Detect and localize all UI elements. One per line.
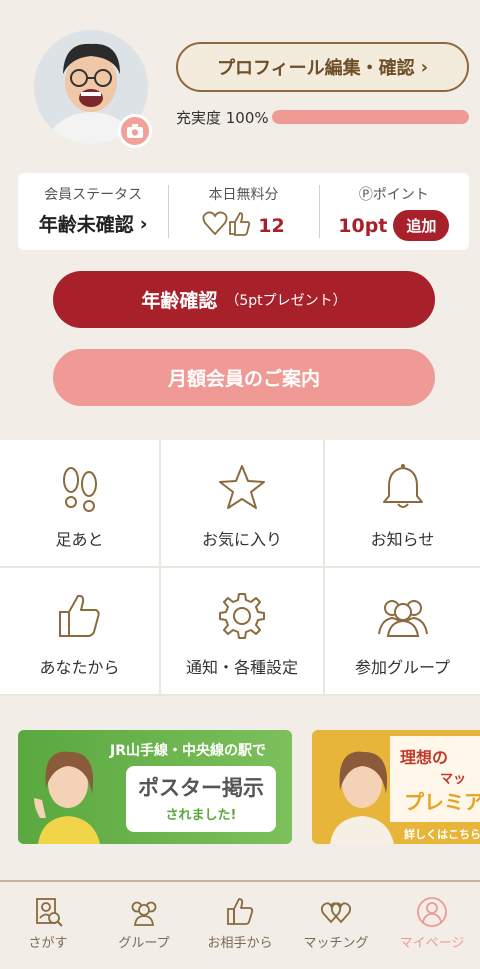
edit-profile-button[interactable]: プロフィール編集・確認 ›	[176, 42, 469, 92]
premium-banner[interactable]: 理想の マッ プレミア 詳しくはこちら	[312, 730, 480, 844]
avatar[interactable]	[34, 30, 152, 148]
menu-groups[interactable]: 参加グループ	[325, 568, 480, 696]
tab-label: グループ	[118, 936, 170, 951]
group-icon	[131, 901, 157, 926]
completion-bar-fill	[272, 110, 469, 124]
monthly-member-button[interactable]: 月額会員のご案内	[53, 349, 435, 406]
free-today-label: 本日無料分	[208, 187, 279, 203]
thumbs-up-icon	[58, 594, 100, 637]
member-status-label: 会員ステータス	[44, 187, 143, 203]
tab-matching[interactable]: マッチング	[288, 882, 384, 969]
premium-banner-line2: マッ	[440, 772, 467, 787]
star-icon	[219, 465, 265, 509]
points: Ⓟポイント 10pt 追加	[318, 173, 469, 250]
premium-banner-line3: プレミア	[404, 790, 480, 814]
tab-label: お相手から	[207, 936, 273, 951]
edit-profile-label: プロフィール編集・確認	[216, 58, 415, 79]
tab-label: マッチング	[303, 936, 369, 951]
menu-notices[interactable]: お知らせ	[325, 440, 480, 568]
points-label: Ⓟポイント	[358, 187, 429, 203]
tab-from-partner[interactable]: お相手から	[192, 882, 288, 969]
premium-banner-more: 詳しくはこちら	[404, 828, 480, 841]
poster-banner-sub: されました!	[165, 808, 237, 823]
age-verify-label: 年齢確認	[141, 290, 218, 312]
menu-favorites[interactable]: お気に入り	[161, 440, 325, 568]
menu-label: 通知・各種設定	[185, 658, 298, 677]
bell-icon	[382, 464, 423, 508]
age-verify-note: （5ptプレゼント）	[225, 292, 347, 309]
chevron-right-icon: ›	[139, 212, 148, 235]
search-profile-icon	[36, 898, 63, 927]
age-verify-button[interactable]: 年齢確認 （5ptプレゼント）	[53, 271, 435, 328]
poster-banner-box: ポスター掲示 されました!	[126, 766, 276, 832]
menu-grid: 足あと お気に入り お知らせ あなたから 通知・各種設定 参加グループ	[0, 440, 480, 696]
free-today: 本日無料分 12	[168, 173, 318, 250]
tab-mypage[interactable]: マイページ	[384, 882, 480, 969]
heart-like-icon	[202, 210, 252, 241]
monthly-member-label: 月額会員のご案内	[167, 368, 320, 390]
member-status[interactable]: 会員ステータス 年齢未確認 ›	[18, 173, 168, 250]
tab-label: マイページ	[399, 936, 465, 951]
add-points-button[interactable]: 追加	[393, 210, 450, 241]
menu-settings[interactable]: 通知・各種設定	[161, 568, 325, 696]
member-status-value: 年齢未確認	[38, 214, 134, 236]
person-icon	[417, 897, 447, 927]
completion-label: 充実度 100%	[176, 109, 269, 127]
points-value: 10pt	[338, 214, 388, 237]
poster-banner-main: ポスター掲示	[138, 776, 264, 800]
menu-label: 足あと	[55, 530, 104, 549]
menu-label: あなたから	[39, 658, 120, 677]
tab-search[interactable]: さがす	[0, 882, 96, 969]
menu-footprints[interactable]: 足あと	[0, 440, 161, 568]
hearts-icon	[320, 902, 352, 924]
menu-label: 参加グループ	[354, 658, 451, 677]
tab-group[interactable]: グループ	[96, 882, 192, 969]
menu-label: お気に入り	[201, 530, 282, 549]
model-photo	[34, 751, 100, 844]
menu-label: お知らせ	[370, 530, 435, 549]
group-icon	[377, 600, 428, 637]
gear-icon	[219, 593, 265, 639]
camera-icon[interactable]	[118, 114, 152, 148]
poster-banner-title: JR山手線・中央線の駅で	[110, 743, 266, 759]
model-photo	[330, 751, 394, 844]
status-card: 会員ステータス 年齢未確認 › 本日無料分 12 Ⓟポイント 10pt 追加	[18, 173, 469, 250]
bottom-tab-bar: さがす グループ お相手から マッチング マイページ	[0, 880, 480, 969]
premium-banner-line1: 理想の	[400, 748, 449, 767]
free-today-value: 12	[258, 214, 285, 237]
chevron-right-icon: ›	[420, 56, 429, 78]
menu-from-you[interactable]: あなたから	[0, 568, 161, 696]
completion-bar	[272, 110, 469, 124]
tab-label: さがす	[28, 936, 68, 951]
footprints-icon	[62, 467, 97, 512]
poster-banner[interactable]: JR山手線・中央線の駅で ポスター掲示 されました!	[18, 730, 292, 844]
thumbs-up-icon	[227, 898, 254, 925]
